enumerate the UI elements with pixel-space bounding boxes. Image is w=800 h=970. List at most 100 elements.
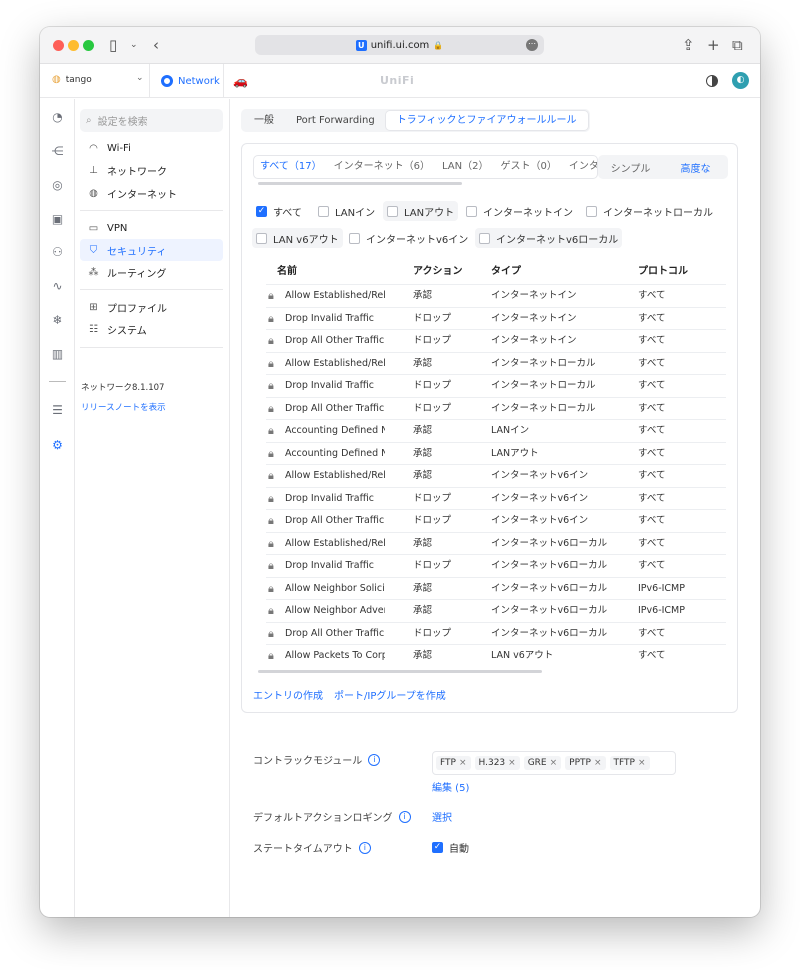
tab-overview-icon[interactable]: ⧉ bbox=[732, 36, 743, 54]
checkbox[interactable] bbox=[349, 232, 360, 244]
sidebar-item-vpn[interactable]: ▭ VPN bbox=[80, 217, 223, 239]
table-row[interactable]: 🔒︎ Drop All Other Traffic ドロップ インターネットv6ローカ… bbox=[266, 621, 726, 644]
tab-guest[interactable]: ゲスト（0） bbox=[494, 156, 562, 178]
share-icon[interactable]: ⇪ bbox=[682, 36, 695, 54]
remove-tag-icon[interactable]: × bbox=[594, 758, 602, 768]
back-icon[interactable]: ‹ bbox=[153, 36, 159, 54]
reports-icon[interactable]: ▥ bbox=[50, 347, 65, 362]
edit-modules-link[interactable]: 編集 (5) bbox=[432, 779, 469, 794]
filter-internet-local[interactable]: インターネットローカル bbox=[582, 201, 717, 221]
settings-icon[interactable]: ⚙ bbox=[50, 438, 65, 453]
clients-icon[interactable]: ▣ bbox=[50, 212, 65, 227]
checkbox-checked[interactable]: ✓ bbox=[432, 842, 443, 853]
create-port-ip-group-link[interactable]: ポート/IPグループを作成 bbox=[334, 687, 446, 702]
checkbox[interactable] bbox=[479, 232, 490, 244]
info-icon[interactable]: i bbox=[398, 810, 411, 823]
checkbox[interactable] bbox=[466, 205, 477, 217]
theme-toggle-icon[interactable] bbox=[706, 75, 718, 87]
sidebar-toggle-icon[interactable]: ▯ bbox=[109, 36, 117, 54]
innerspace-icon[interactable]: 🚗 bbox=[233, 74, 248, 88]
chevron-down-icon[interactable]: ⌄ bbox=[136, 73, 144, 83]
sidebar-item-internet[interactable]: ◍ インターネット bbox=[80, 182, 223, 204]
chevron-down-icon[interactable]: ⌄ bbox=[130, 36, 138, 54]
tab-traffic-firewall-rules[interactable]: トラフィックとファイアウォールルール bbox=[385, 111, 588, 130]
sidebar-item-routing[interactable]: ⁂ ルーティング bbox=[80, 261, 223, 283]
create-entry-link[interactable]: エントリの作成 bbox=[253, 687, 323, 702]
tab-port-forwarding[interactable]: Port Forwarding bbox=[285, 111, 386, 130]
dashboard-icon[interactable]: ◔ bbox=[50, 110, 65, 125]
column-type[interactable]: タイプ bbox=[491, 262, 631, 277]
mode-simple[interactable]: シンプル bbox=[598, 160, 663, 175]
table-row[interactable]: 🔒︎ Accounting Defined Network 承認 LANアウト すべて bbox=[266, 441, 726, 464]
table-row[interactable]: 🔒︎ Accounting Defined Network 承認 LANイン すべて bbox=[266, 419, 726, 441]
filter-internet-in[interactable]: インターネットイン bbox=[462, 201, 577, 221]
remove-tag-icon[interactable]: × bbox=[459, 758, 467, 768]
table-row[interactable]: 🔒︎ Drop All Other Traffic ドロップ インターネットv6イン す… bbox=[266, 509, 726, 531]
checkbox[interactable] bbox=[256, 232, 267, 244]
filter-lan-v6-out[interactable]: LAN v6アウト bbox=[252, 228, 343, 248]
zoom-window-button[interactable] bbox=[83, 40, 94, 51]
insights-icon[interactable]: ⚇ bbox=[50, 245, 65, 260]
checkbox-checked[interactable]: ✓ bbox=[256, 205, 267, 217]
minimize-window-button[interactable] bbox=[68, 40, 79, 51]
release-notes-link[interactable]: リリースノートを表示 bbox=[81, 401, 166, 413]
filter-internet-v6-local[interactable]: インターネットv6ローカル bbox=[475, 228, 623, 248]
info-icon[interactable]: i bbox=[368, 753, 381, 766]
more-icon[interactable]: ⋯ bbox=[526, 39, 538, 51]
filter-internet-v6-in[interactable]: インターネットv6イン bbox=[345, 228, 472, 248]
remove-tag-icon[interactable]: × bbox=[508, 758, 516, 768]
address-bar[interactable]: U unifi.ui.com 🔒 ⋯ bbox=[255, 35, 544, 55]
mode-advanced[interactable]: 高度な bbox=[663, 160, 728, 175]
table-row[interactable]: 🔒︎ Drop Invalid Traffic ドロップ インターネットv6ローカル す… bbox=[266, 554, 726, 576]
info-icon[interactable]: i bbox=[358, 841, 371, 854]
state-timeout-auto[interactable]: ✓ 自動 bbox=[432, 840, 469, 855]
table-row[interactable]: 🔒︎ Drop Invalid Traffic ドロップ インターネットローカル すべて bbox=[266, 374, 726, 396]
checkbox[interactable] bbox=[586, 205, 597, 217]
new-tab-icon[interactable]: + bbox=[707, 36, 720, 54]
sidebar-item-network[interactable]: ⊥ ネットワーク bbox=[80, 159, 223, 181]
logging-select-link[interactable]: 選択 bbox=[432, 809, 452, 824]
avatar[interactable]: ◐ bbox=[732, 72, 749, 89]
tab-general[interactable]: 一般 bbox=[243, 111, 285, 130]
table-row[interactable]: 🔒︎ Allow Established/Related Traffic 承認 インタ… bbox=[266, 284, 726, 306]
column-protocol[interactable]: プロトコル bbox=[638, 262, 718, 277]
conntrack-modules-field[interactable]: FTP × H.323 × GRE × PPTP × TFTP × bbox=[432, 751, 676, 775]
site-selector[interactable]: ◍ tango bbox=[52, 74, 92, 85]
devices-icon[interactable]: ◎ bbox=[50, 178, 65, 193]
sidebar-item-system[interactable]: ☷ システム bbox=[80, 318, 223, 340]
table-scrollbar[interactable] bbox=[258, 670, 542, 673]
table-row[interactable]: 🔒︎ Drop Invalid Traffic ドロップ インターネットv6イン すべて bbox=[266, 486, 726, 509]
table-row[interactable]: 🔒︎ Drop Invalid Traffic ドロップ インターネットイン すべて bbox=[266, 306, 726, 329]
table-row[interactable]: 🔒︎ Allow Packets To Corporate 承認 LAN v6アウト す… bbox=[266, 644, 726, 666]
remove-tag-icon[interactable]: × bbox=[638, 758, 646, 768]
column-name[interactable]: 名前 bbox=[277, 262, 377, 277]
table-row[interactable]: 🔒︎ Allow Established/Related Traffic 承認 インタ… bbox=[266, 531, 726, 554]
search-input[interactable]: ⌕ 設定を検索 bbox=[80, 109, 223, 132]
close-window-button[interactable] bbox=[53, 40, 64, 51]
checkbox[interactable] bbox=[387, 205, 398, 217]
table-row[interactable]: 🔒︎ Drop All Other Traffic ドロップ インターネットローカル す… bbox=[266, 396, 726, 419]
sidebar-item-security[interactable]: ⛉ セキュリティ bbox=[80, 239, 223, 261]
logs-icon[interactable]: ☰ bbox=[50, 403, 65, 418]
checkbox[interactable] bbox=[318, 205, 329, 217]
table-row[interactable]: 🔒︎ Allow Established/Related Traffic 承認 インタ… bbox=[266, 464, 726, 486]
filter-all[interactable]: ✓ すべて bbox=[252, 201, 306, 221]
tabs-scrollbar[interactable] bbox=[258, 182, 462, 185]
filter-lan-out[interactable]: LANアウト bbox=[383, 201, 459, 221]
table-row[interactable]: 🔒︎ Allow Neighbor Advertisement 承認 インターネットv… bbox=[266, 599, 726, 621]
table-row[interactable]: 🔒︎ Allow Established/Related Traffic 承認 インタ… bbox=[266, 351, 726, 374]
statistics-icon[interactable]: ∿ bbox=[50, 279, 65, 294]
topology-icon[interactable]: ⋲ bbox=[50, 144, 65, 159]
sidebar-item-profiles[interactable]: ⊞ プロファイル bbox=[80, 296, 223, 318]
filter-lan-in[interactable]: LANイン bbox=[314, 201, 379, 221]
tab-internet[interactable]: インターネット（6） bbox=[328, 156, 436, 178]
tab-all[interactable]: すべて（17） bbox=[254, 156, 328, 178]
integrations-icon[interactable]: ❄ bbox=[50, 313, 65, 328]
remove-tag-icon[interactable]: × bbox=[550, 758, 558, 768]
tab-internet-more[interactable]: インター bbox=[563, 156, 597, 178]
tab-lan[interactable]: LAN（2） bbox=[436, 156, 494, 178]
table-row[interactable]: 🔒︎ Drop All Other Traffic ドロップ インターネットイン すべて bbox=[266, 329, 726, 351]
sidebar-item-wifi[interactable]: ◠ Wi-Fi bbox=[80, 137, 223, 159]
table-row[interactable]: 🔒︎ Allow Neighbor Solicitation 承認 インターネットv6… bbox=[266, 576, 726, 599]
network-app-tab[interactable]: Network bbox=[149, 64, 224, 98]
